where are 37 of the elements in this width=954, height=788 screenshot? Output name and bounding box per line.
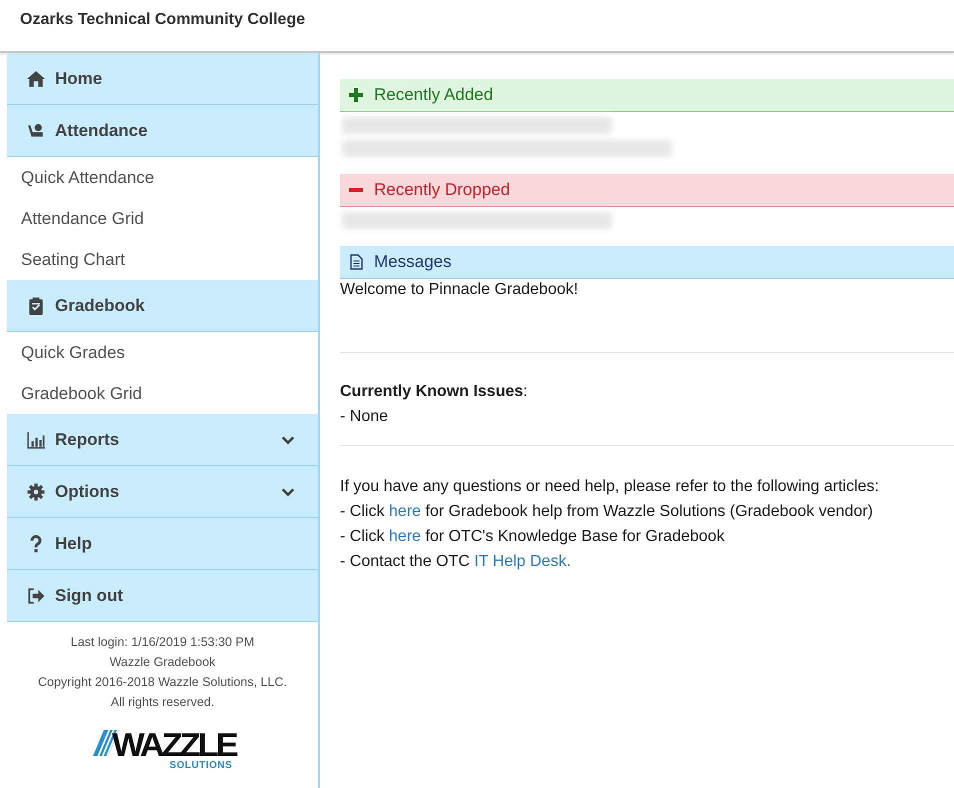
sidebar-section[interactable]: Sign out [7,570,318,622]
sidebar-link[interactable]: Quick Attendance [7,157,318,198]
sidebar-section[interactable]: Attendance [7,105,318,157]
panel-header: Recently Added [340,79,954,112]
sidebar-section[interactable]: Reports [7,414,318,466]
sidebar-section[interactable]: Help [7,518,318,570]
issue-text: - None [340,407,390,427]
help-text: - Contact the OTC IT Help Desk. [340,552,572,572]
footer-text: Copyright 2016-2018 Wazzle Solutions, LLC. [38,674,287,691]
link[interactable]: here [388,503,421,520]
gear-icon [26,482,46,500]
link[interactable]: IT Help Desk. [474,553,571,570]
sidebar-link[interactable]: Seating Chart [7,239,318,280]
help-text: If you have any questions or need help, please refer to the following articles: [340,477,880,497]
document-icon [348,254,364,270]
home-icon [26,70,46,88]
sidebar-section[interactable]: Options [7,466,318,518]
site-title: Ozarks Technical Community College [20,10,306,28]
sidebar-section[interactable]: Home [7,53,318,105]
sidebar-link[interactable]: Quick Grades [7,332,318,373]
help-text: - Click here for Gradebook help from Wazzle Solutions (Gradebook vendor) [340,502,874,522]
sidebar-link[interactable]: Attendance Grid [7,198,318,239]
footer-text: Last login: 1/16/2019 1:53:30 PM [70,634,254,651]
sidebar-link[interactable]: Gradebook Grid [7,373,318,414]
welcome-text: Welcome to Pinnacle Gradebook! [340,280,580,300]
bar-chart-icon [26,430,46,448]
person-seat-icon [26,122,46,140]
sign-out-icon [26,586,46,604]
plus-icon [348,87,364,103]
footer-text: Wazzle Gradebook [110,654,216,671]
issues-heading: Currently Known Issues: [340,382,529,402]
panel-header: Recently Dropped [340,174,954,207]
link[interactable]: here [388,528,421,545]
footer-text: All rights reserved. [110,694,214,711]
sidebar-section[interactable]: Gradebook [7,280,318,332]
help-text: - Click here for OTC's Knowledge Base for Gradebook [340,527,726,547]
panel-header: Messages [340,246,954,279]
